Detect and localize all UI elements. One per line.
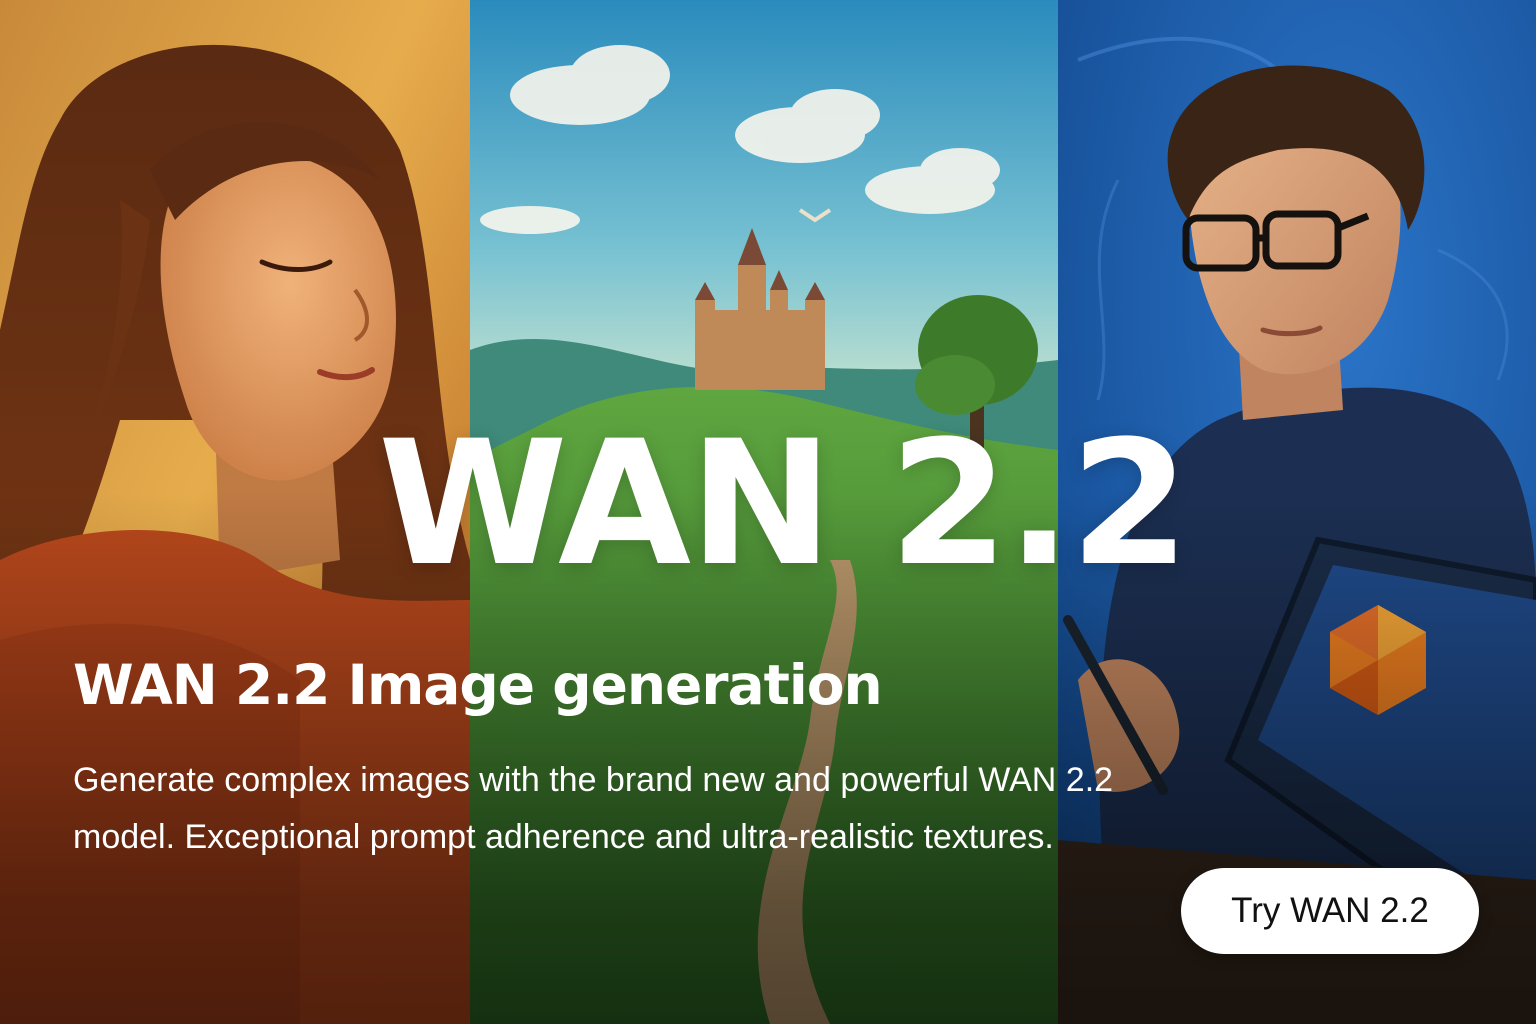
promo-banner: WAN 2.2 WAN 2.2 Image generation Generat… [0,0,1536,1024]
headline: WAN 2.2 Image generation [73,653,883,717]
hero-title: WAN 2.2 [378,403,1190,604]
try-wan-button[interactable]: Try WAN 2.2 [1181,868,1479,954]
description: Generate complex images with the brand n… [73,761,1114,856]
